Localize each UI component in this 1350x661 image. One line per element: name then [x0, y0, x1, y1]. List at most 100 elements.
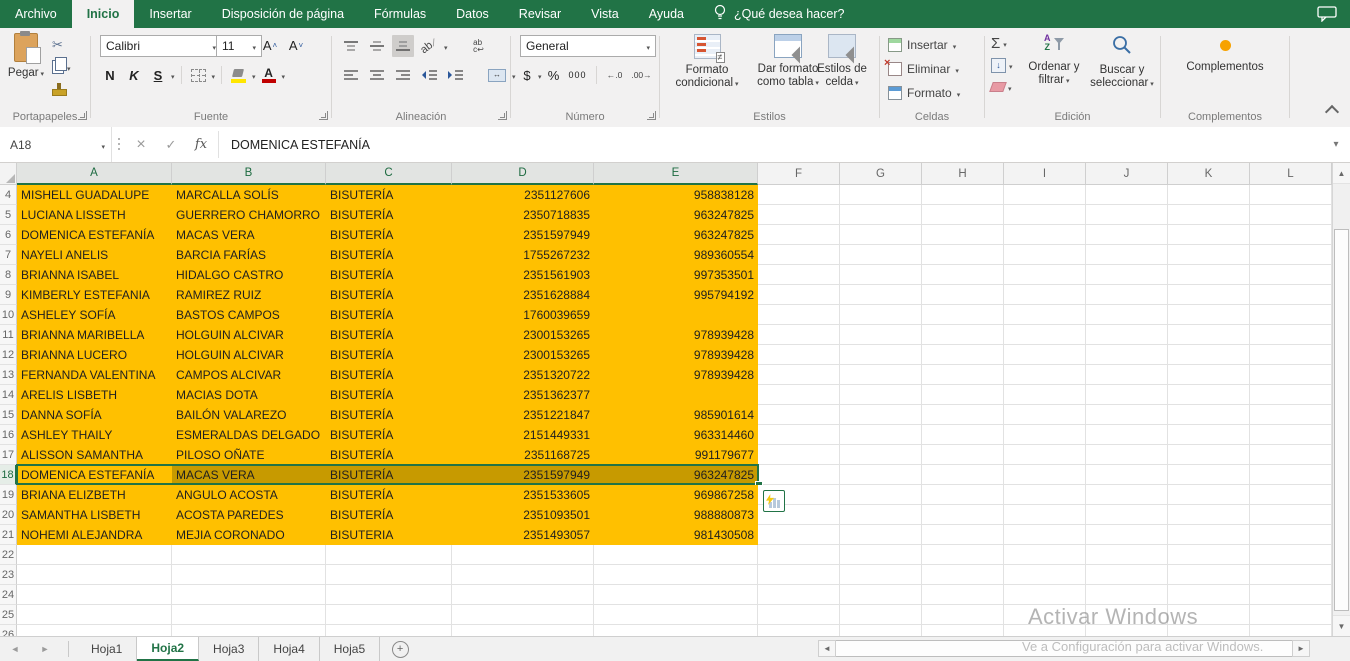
cell-E23[interactable]: [594, 565, 758, 585]
cell-E13[interactable]: 978939428: [594, 365, 758, 385]
cell-H20[interactable]: [922, 505, 1004, 525]
cell-E26[interactable]: [594, 625, 758, 636]
cell-C12[interactable]: BISUTERÍA: [326, 345, 452, 365]
cell-G10[interactable]: [840, 305, 922, 325]
cell-C18[interactable]: BISUTERÍA: [326, 465, 452, 485]
cell-B26[interactable]: [172, 625, 326, 636]
cell-A22[interactable]: [17, 545, 172, 565]
cell-E6[interactable]: 963247825: [594, 225, 758, 245]
font-color-button[interactable]: A: [258, 64, 280, 86]
row-header-17[interactable]: 17: [0, 445, 17, 465]
ribbon-tab-revisar[interactable]: Revisar: [504, 0, 576, 28]
cell-F18[interactable]: [758, 465, 840, 485]
cell-C6[interactable]: BISUTERÍA: [326, 225, 452, 245]
cell-I5[interactable]: [1004, 205, 1086, 225]
cut-button[interactable]: [52, 34, 71, 56]
cell-I8[interactable]: [1004, 265, 1086, 285]
cell-A15[interactable]: DANNA SOFÍA: [17, 405, 172, 425]
align-center-button[interactable]: [366, 64, 388, 86]
ribbon-tab-datos[interactable]: Datos: [441, 0, 504, 28]
cell-G8[interactable]: [840, 265, 922, 285]
row-header-18[interactable]: 18: [0, 465, 17, 485]
cell-K11[interactable]: [1168, 325, 1250, 345]
ribbon-tab-fórmulas[interactable]: Fórmulas: [359, 0, 441, 28]
cell-J21[interactable]: [1086, 525, 1168, 545]
cell-C10[interactable]: BISUTERÍA: [326, 305, 452, 325]
cell-H16[interactable]: [922, 425, 1004, 445]
cell-J10[interactable]: [1086, 305, 1168, 325]
cell-D15[interactable]: 2351221847: [452, 405, 594, 425]
align-bottom-button[interactable]: [392, 35, 414, 57]
cell-E12[interactable]: 978939428: [594, 345, 758, 365]
cell-A4[interactable]: MISHELL GUADALUPE: [17, 185, 172, 205]
cell-I24[interactable]: [1004, 585, 1086, 605]
tell-me-search[interactable]: ¿Qué desea hacer?: [713, 0, 845, 28]
cell-C15[interactable]: BISUTERÍA: [326, 405, 452, 425]
row-header-23[interactable]: 23: [0, 565, 17, 585]
cell-L13[interactable]: [1250, 365, 1332, 385]
cell-L11[interactable]: [1250, 325, 1332, 345]
cell-K6[interactable]: [1168, 225, 1250, 245]
cell-D18[interactable]: 2351597949: [452, 465, 594, 485]
cancel-button[interactable]: [126, 127, 156, 162]
cell-C25[interactable]: [326, 605, 452, 625]
cell-F7[interactable]: [758, 245, 840, 265]
cell-J8[interactable]: [1086, 265, 1168, 285]
cell-F10[interactable]: [758, 305, 840, 325]
cell-G22[interactable]: [840, 545, 922, 565]
cell-E14[interactable]: [594, 385, 758, 405]
cell-K24[interactable]: [1168, 585, 1250, 605]
cell-J14[interactable]: [1086, 385, 1168, 405]
number-format-combo[interactable]: General: [520, 35, 656, 57]
cell-C11[interactable]: BISUTERÍA: [326, 325, 452, 345]
cell-J22[interactable]: [1086, 545, 1168, 565]
cell-I10[interactable]: [1004, 305, 1086, 325]
cell-H5[interactable]: [922, 205, 1004, 225]
cell-B9[interactable]: RAMIREZ RUIZ: [172, 285, 326, 305]
cell-K5[interactable]: [1168, 205, 1250, 225]
row-header-19[interactable]: 19: [0, 485, 17, 505]
cell-L16[interactable]: [1250, 425, 1332, 445]
cell-K23[interactable]: [1168, 565, 1250, 585]
cell-B22[interactable]: [172, 545, 326, 565]
expand-formula-bar-icon[interactable]: [1322, 127, 1350, 162]
cell-G13[interactable]: [840, 365, 922, 385]
cell-B19[interactable]: ANGULO ACOSTA: [172, 485, 326, 505]
cell-C16[interactable]: BISUTERÍA: [326, 425, 452, 445]
cell-L25[interactable]: [1250, 605, 1332, 625]
cell-K20[interactable]: [1168, 505, 1250, 525]
cell-I22[interactable]: [1004, 545, 1086, 565]
cell-D6[interactable]: 2351597949: [452, 225, 594, 245]
cell-J23[interactable]: [1086, 565, 1168, 585]
cell-G26[interactable]: [840, 625, 922, 636]
cell-D11[interactable]: 2300153265: [452, 325, 594, 345]
cell-I21[interactable]: [1004, 525, 1086, 545]
cell-H6[interactable]: [922, 225, 1004, 245]
cell-K14[interactable]: [1168, 385, 1250, 405]
cell-I13[interactable]: [1004, 365, 1086, 385]
cell-J9[interactable]: [1086, 285, 1168, 305]
sheet-tab-hoja5[interactable]: Hoja5: [320, 637, 380, 661]
cell-L10[interactable]: [1250, 305, 1332, 325]
cell-E15[interactable]: 985901614: [594, 405, 758, 425]
cell-G6[interactable]: [840, 225, 922, 245]
align-top-button[interactable]: [340, 35, 362, 57]
cell-B15[interactable]: BAILÓN VALAREZO: [172, 405, 326, 425]
cell-A23[interactable]: [17, 565, 172, 585]
cell-C23[interactable]: [326, 565, 452, 585]
cell-B16[interactable]: ESMERALDAS DELGADO: [172, 425, 326, 445]
cell-F24[interactable]: [758, 585, 840, 605]
sheet-tab-hoja3[interactable]: Hoja3: [199, 637, 259, 661]
cell-C13[interactable]: BISUTERÍA: [326, 365, 452, 385]
cell-C14[interactable]: BISUTERÍA: [326, 385, 452, 405]
cell-G18[interactable]: [840, 465, 922, 485]
cell-L8[interactable]: [1250, 265, 1332, 285]
cell-A24[interactable]: [17, 585, 172, 605]
cell-B7[interactable]: BARCIA FARÍAS: [172, 245, 326, 265]
cell-J20[interactable]: [1086, 505, 1168, 525]
sort-filter-button[interactable]: AZ Ordenar y filtrar: [1023, 34, 1085, 88]
cell-L15[interactable]: [1250, 405, 1332, 425]
merge-center-button[interactable]: ↔: [486, 64, 508, 86]
cell-I15[interactable]: [1004, 405, 1086, 425]
decrease-decimal-button[interactable]: .00→: [630, 64, 654, 86]
